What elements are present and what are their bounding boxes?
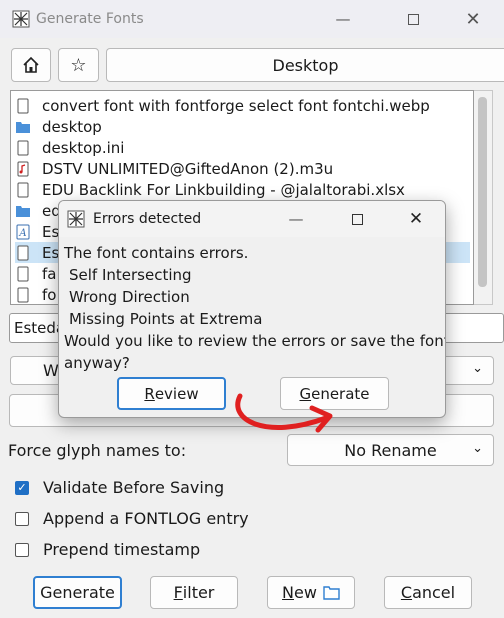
review-label: eview — [154, 384, 199, 403]
error-item: Missing Points at Extrema — [69, 310, 263, 328]
scrollbar-thumb[interactable] — [478, 97, 487, 287]
review-label-key: R — [144, 384, 155, 403]
file-name: Es — [42, 243, 60, 262]
star-icon: ☆ — [70, 54, 87, 76]
file-name: EDU Backlink For Linkbuilding - @jalalto… — [42, 180, 405, 199]
validate-option[interactable]: ✓ Validate Before Saving — [15, 478, 224, 497]
fontforge-app-icon — [67, 210, 85, 228]
dialog-title-bar[interactable]: Errors detected — ✕ — [59, 201, 445, 237]
filter-label: ilter — [182, 583, 215, 602]
dialog-question: Would you like to review the errors or s… — [64, 332, 446, 350]
file-icon — [15, 287, 31, 303]
file-icon — [15, 266, 31, 282]
close-icon: ✕ — [408, 209, 424, 229]
folder-icon — [323, 585, 340, 600]
location-button[interactable]: Desktop — [106, 48, 504, 82]
validate-checkbox[interactable]: ✓ — [15, 480, 29, 495]
dialog-maximize-button[interactable] — [334, 201, 380, 237]
chevron-down-icon: ⌄ — [472, 441, 483, 456]
font-file-icon: A — [15, 224, 31, 240]
file-icon — [15, 98, 31, 114]
file-name: convert font with fontforge select font … — [42, 96, 430, 115]
dialog-minimize-button[interactable]: — — [273, 201, 319, 237]
location-label: Desktop — [272, 55, 339, 75]
music-file-icon — [15, 161, 31, 177]
maximize-icon — [351, 213, 363, 225]
file-list-item[interactable]: DSTV UNLIMITED@GiftedAnon (2).m3u — [15, 158, 470, 179]
file-list-item[interactable]: desktop — [15, 116, 470, 137]
dialog-message: The font contains errors. — [64, 244, 249, 262]
generate-label-key: G — [40, 583, 53, 602]
cancel-label-key: C — [400, 583, 413, 602]
close-button[interactable]: ✕ — [450, 0, 496, 38]
window-title: Generate Fonts — [36, 11, 144, 27]
new-label: ew — [294, 583, 317, 602]
error-item: Self Intersecting — [69, 266, 192, 284]
main-title-bar[interactable]: Generate Fonts — ✕ — [0, 0, 504, 38]
maximize-icon — [407, 13, 419, 25]
errors-dialog[interactable]: Errors detected — ✕ The font contains er… — [58, 200, 446, 418]
review-button[interactable]: Review — [117, 377, 226, 410]
validate-label: Validate Before Saving — [43, 478, 225, 497]
home-icon — [23, 56, 39, 73]
file-list-item[interactable]: desktop.ini — [15, 137, 470, 158]
folder-icon — [15, 203, 31, 219]
file-name: Es — [42, 222, 60, 241]
fontlog-label: Append a FONTLOG entry — [43, 509, 249, 528]
filter-button[interactable]: Filter — [150, 576, 238, 609]
filter-label-key: F — [173, 583, 183, 602]
minimize-icon: — — [335, 10, 351, 28]
new-folder-button[interactable]: New — [267, 576, 355, 609]
new-label-key: N — [282, 583, 295, 602]
cancel-label: ancel — [412, 583, 456, 602]
generate-label: enerate — [52, 583, 115, 602]
file-name: DSTV UNLIMITED@GiftedAnon (2).m3u — [42, 159, 334, 178]
file-name: desktop — [42, 117, 102, 136]
format-dropdown-label: W — [43, 361, 59, 380]
cancel-button[interactable]: Cancel — [384, 576, 472, 609]
force-glyph-label: Force glyph names to: — [8, 441, 187, 460]
fontforge-app-icon — [12, 10, 30, 28]
dialog-title: Errors detected — [93, 211, 202, 227]
error-item: Wrong Direction — [69, 288, 190, 306]
file-list-scrollbar[interactable] — [474, 90, 493, 305]
file-icon — [15, 140, 31, 156]
file-list-item[interactable]: EDU Backlink For Linkbuilding - @jalalto… — [15, 179, 470, 200]
svg-text:A: A — [18, 228, 26, 239]
file-icon — [15, 245, 31, 261]
generate-button[interactable]: Generate — [33, 576, 122, 609]
minimize-icon: — — [288, 210, 304, 228]
maximize-button[interactable] — [390, 0, 436, 38]
timestamp-option[interactable]: Prepend timestamp — [15, 540, 200, 559]
fontlog-checkbox[interactable] — [15, 511, 29, 526]
dialog-close-button[interactable]: ✕ — [393, 201, 439, 237]
folder-icon — [15, 119, 31, 135]
fontlog-option[interactable]: Append a FONTLOG entry — [15, 509, 249, 528]
home-button[interactable] — [11, 48, 51, 82]
annotation-arrow-icon — [235, 393, 333, 433]
glyph-rename-value: No Rename — [344, 440, 437, 460]
file-name: desktop.ini — [42, 138, 125, 157]
file-name: fa — [42, 264, 57, 283]
file-list-item[interactable]: convert font with fontforge select font … — [15, 95, 470, 116]
timestamp-label: Prepend timestamp — [43, 540, 201, 559]
chevron-down-icon: ⌄ — [472, 361, 483, 376]
file-icon — [15, 182, 31, 198]
close-icon: ✕ — [465, 8, 481, 30]
file-name: fo — [42, 285, 57, 304]
dialog-question-cont: anyway? — [64, 354, 130, 372]
timestamp-checkbox[interactable] — [15, 542, 29, 557]
minimize-button[interactable]: — — [320, 0, 366, 38]
bookmark-button[interactable]: ☆ — [58, 48, 99, 82]
